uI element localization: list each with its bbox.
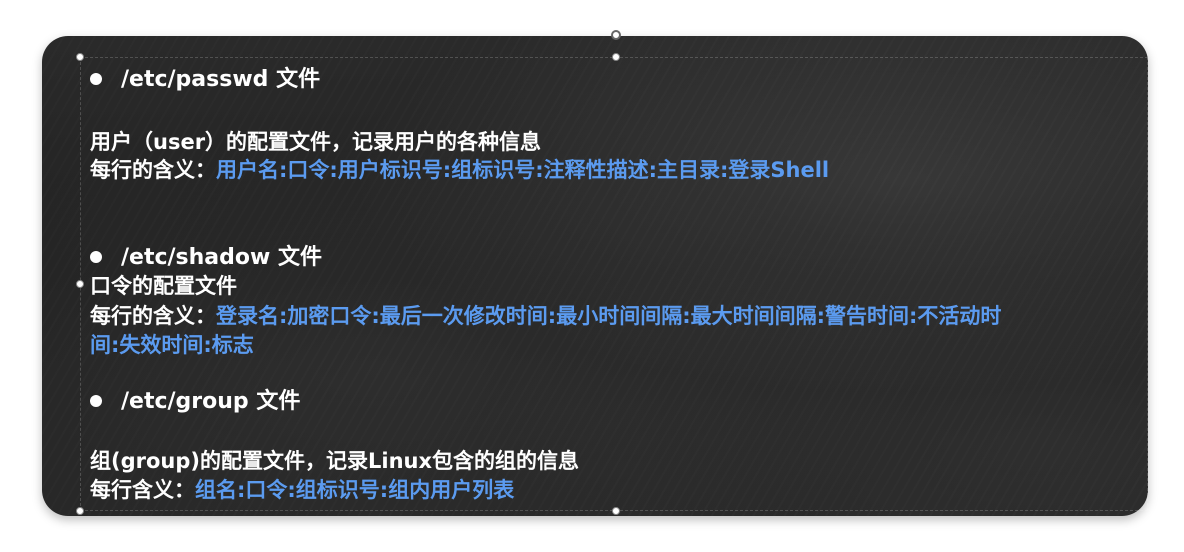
resize-handle-top-left-icon[interactable] xyxy=(76,53,84,61)
resize-handle-bottom-left-icon[interactable] xyxy=(76,507,84,515)
rotate-handle-icon[interactable] xyxy=(611,30,621,40)
section-passwd-description: 用户（user）的配置文件，记录用户的各种信息 xyxy=(90,130,542,154)
section-group-heading: /etc/group 文件 xyxy=(90,388,300,416)
section-shadow-description: 口令的配置文件 xyxy=(90,274,237,298)
section-passwd-heading: /etc/passwd 文件 xyxy=(90,66,320,94)
section-group-meaning: 每行含义：组名:口令:组标识号:组内用户列表 xyxy=(90,476,514,504)
page: /etc/passwd 文件 用户（user）的配置文件，记录用户的各种信息 每… xyxy=(0,0,1184,552)
section-passwd-meaning: 每行的含义：用户名:口令:用户标识号:组标识号:注释性描述:主目录:登录Shel… xyxy=(90,156,829,184)
resize-handle-middle-left-icon[interactable] xyxy=(76,280,84,288)
resize-handle-top-center-icon[interactable] xyxy=(612,53,620,61)
meaning-label: 每行的含义： xyxy=(90,158,216,182)
meaning-label: 每行含义： xyxy=(90,478,195,502)
meaning-fields: 组名:口令:组标识号:组内用户列表 xyxy=(195,478,515,502)
section-group-description: 组(group)的配置文件，记录Linux包含的组的信息 xyxy=(90,449,580,473)
bullet-icon xyxy=(90,73,102,85)
resize-handle-bottom-center-icon[interactable] xyxy=(612,507,620,515)
bullet-icon xyxy=(90,395,102,407)
section-shadow-heading: /etc/shadow 文件 xyxy=(90,244,322,272)
meaning-fields: 登录名:加密口令:最后一次修改时间:最小时间间隔:最大时间间隔:警告时间:不活动… xyxy=(216,304,1002,328)
section-shadow-meaning: 每行的含义：登录名:加密口令:最后一次修改时间:最小时间间隔:最大时间间隔:警告… xyxy=(90,302,1001,330)
bullet-icon xyxy=(90,251,102,263)
meaning-label: 每行的含义： xyxy=(90,304,216,328)
meaning-fields: 用户名:口令:用户标识号:组标识号:注释性描述:主目录:登录Shell xyxy=(216,158,830,182)
section-shadow-meaning-continued: 间:失效时间:标志 xyxy=(90,333,254,357)
